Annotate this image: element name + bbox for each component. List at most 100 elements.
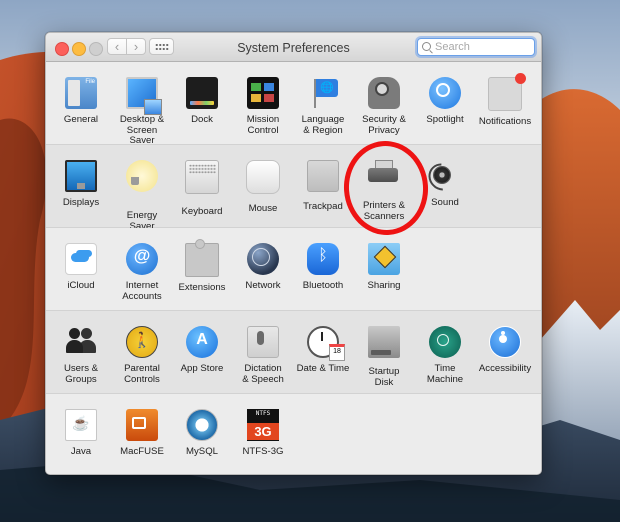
- pane-label: Printers & Scanners: [362, 200, 406, 222]
- pane-label: Dictation & Speech: [242, 363, 284, 385]
- pane-icloud[interactable]: iCloud: [50, 243, 112, 292]
- chevron-right-icon: ›: [133, 39, 139, 54]
- pane-label: iCloud: [67, 280, 95, 291]
- ntfs-icon-text: NTFS: [255, 410, 271, 417]
- pane-label: MySQL: [186, 446, 218, 457]
- title-bar[interactable]: ‹ › System Preferences: [46, 33, 541, 62]
- pane-macfuse[interactable]: MacFUSE: [111, 409, 173, 458]
- printer-icon: [368, 160, 400, 192]
- pane-java[interactable]: Java: [50, 409, 112, 458]
- pane-label: Desktop & Screen Saver: [119, 114, 165, 146]
- pane-label: App Store: [180, 363, 224, 374]
- pane-mysql[interactable]: MySQL: [171, 409, 233, 458]
- back-button[interactable]: ‹: [107, 38, 127, 55]
- pane-users-groups[interactable]: Users & Groups: [50, 326, 112, 385]
- section-other: Java MacFUSE MySQL NTFS 3G NTFS-3G: [46, 394, 541, 474]
- pane-label: Language & Region: [301, 114, 345, 136]
- pane-general[interactable]: General: [50, 77, 112, 126]
- trackpad-icon: [307, 160, 339, 192]
- time-machine-icon: [429, 326, 461, 358]
- puzzle-icon: [185, 239, 219, 277]
- pane-time-machine[interactable]: Time Machine: [414, 326, 476, 385]
- pane-printers-scanners[interactable]: Printers & Scanners: [353, 160, 415, 222]
- forward-button[interactable]: ›: [126, 38, 146, 55]
- pane-trackpad[interactable]: Trackpad: [292, 160, 354, 213]
- pane-label: Sound: [431, 197, 459, 208]
- pane-startup-disk[interactable]: Startup Disk: [353, 326, 415, 388]
- spotlight-icon: [429, 77, 461, 109]
- pane-energy-saver[interactable]: Energy Saver: [111, 160, 173, 232]
- pane-label: Mission Control: [246, 114, 280, 136]
- pane-mouse[interactable]: Mouse: [232, 160, 294, 215]
- pane-app-store[interactable]: App Store: [171, 326, 233, 375]
- general-icon: [65, 77, 97, 109]
- pane-accessibility[interactable]: Accessibility: [474, 326, 536, 375]
- pane-label: Trackpad: [303, 201, 343, 212]
- pane-language-region[interactable]: Language & Region: [292, 77, 354, 136]
- desktop-icon: [126, 77, 162, 115]
- pane-label: Internet Accounts: [122, 280, 162, 302]
- dock-icon: [186, 77, 218, 109]
- pane-mission-control[interactable]: Mission Control: [232, 77, 294, 136]
- pane-sharing[interactable]: Sharing: [353, 243, 415, 292]
- sharing-folder-icon: [368, 243, 400, 275]
- mission-control-icon: [247, 77, 279, 109]
- search-input[interactable]: [435, 40, 531, 54]
- pane-label: Notifications: [478, 116, 532, 127]
- app-store-icon: [186, 326, 218, 358]
- zoom-button[interactable]: [89, 42, 103, 56]
- pane-security-privacy[interactable]: Security & Privacy: [353, 77, 415, 136]
- java-icon: [65, 409, 97, 441]
- ntfs-3g-icon: NTFS 3G: [247, 409, 279, 441]
- pane-label: Parental Controls: [124, 363, 160, 385]
- pane-extensions[interactable]: Extensions: [171, 239, 233, 294]
- pane-dock[interactable]: Dock: [171, 77, 233, 126]
- macfuse-icon: [126, 409, 158, 441]
- pane-ntfs-3g[interactable]: NTFS 3G NTFS-3G: [232, 409, 294, 458]
- pane-displays[interactable]: Displays: [50, 160, 112, 209]
- pane-label: Date & Time: [296, 363, 350, 374]
- pane-network[interactable]: Network: [232, 243, 294, 292]
- minimize-button[interactable]: [72, 42, 86, 56]
- pane-internet-accounts[interactable]: Internet Accounts: [111, 243, 173, 302]
- pane-label: Users & Groups: [63, 363, 99, 385]
- pane-label: Network: [245, 280, 281, 291]
- pane-keyboard[interactable]: Keyboard: [171, 160, 233, 218]
- at-sign-icon: [126, 243, 158, 275]
- pane-label: Accessibility: [478, 363, 532, 374]
- pane-label: Dock: [191, 114, 213, 125]
- section-internet-wireless: iCloud Internet Accounts Extensions Netw…: [46, 228, 541, 311]
- pane-label: Displays: [62, 197, 100, 208]
- disk-icon: [368, 326, 400, 358]
- displays-icon: [65, 160, 97, 192]
- keyboard-icon: [185, 160, 219, 194]
- pane-label: Security & Privacy: [362, 114, 406, 136]
- pane-label: Startup Disk: [368, 366, 400, 388]
- bluetooth-icon: [307, 243, 339, 275]
- clock-calendar-icon: [307, 326, 345, 361]
- language-flag-icon: [307, 77, 339, 109]
- pane-parental-controls[interactable]: Parental Controls: [111, 326, 173, 385]
- parental-controls-icon: [126, 326, 158, 358]
- security-house-icon: [368, 77, 400, 109]
- close-button[interactable]: [55, 42, 69, 56]
- search-icon: [422, 42, 431, 51]
- pane-notifications[interactable]: Notifications: [474, 73, 536, 128]
- section-personal: General Desktop & Screen Saver Dock Miss…: [46, 62, 541, 147]
- pane-label: Bluetooth: [302, 280, 344, 291]
- search-field[interactable]: [417, 38, 535, 56]
- system-preferences-window: ‹ › System Preferences General Desktop &…: [45, 32, 542, 475]
- section-hardware: Displays Energy Saver Keyboard Mouse Tra…: [46, 145, 541, 231]
- pane-sound[interactable]: Sound: [414, 160, 476, 209]
- pane-label: Spotlight: [426, 114, 464, 125]
- notifications-icon: [488, 73, 526, 111]
- pane-dictation-speech[interactable]: Dictation & Speech: [232, 326, 294, 385]
- grid-icon: [155, 43, 169, 51]
- pane-spotlight[interactable]: Spotlight: [414, 77, 476, 126]
- pane-date-time[interactable]: Date & Time: [292, 326, 354, 375]
- icloud-icon: [65, 243, 97, 275]
- pane-bluetooth[interactable]: Bluetooth: [292, 243, 354, 292]
- pane-desktop-screen-saver[interactable]: Desktop & Screen Saver: [111, 77, 173, 147]
- chevron-left-icon: ‹: [114, 39, 120, 54]
- show-all-button[interactable]: [149, 38, 174, 55]
